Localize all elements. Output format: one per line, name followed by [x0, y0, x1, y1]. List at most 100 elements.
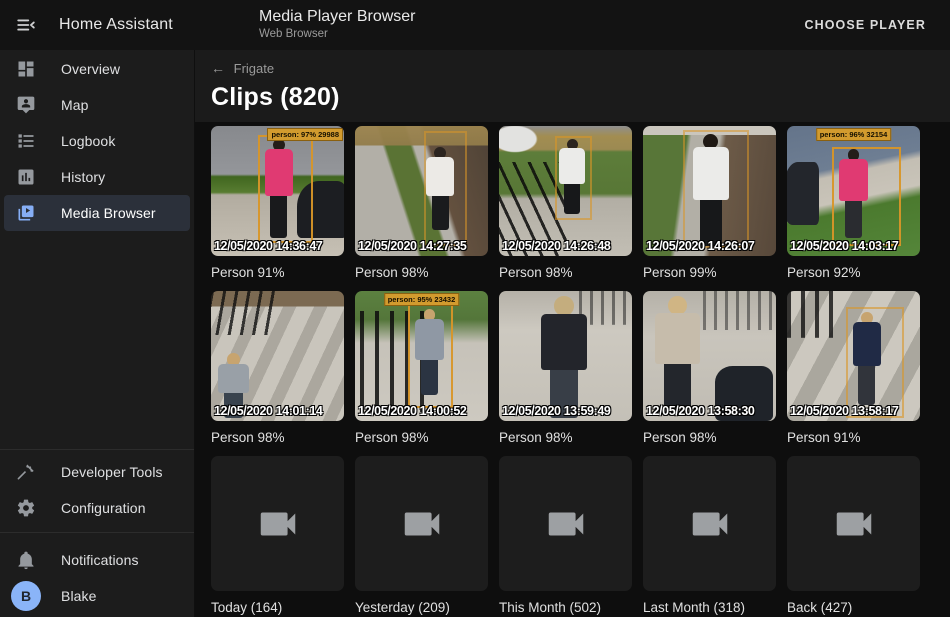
clip-caption: Person 98% — [355, 264, 488, 281]
sidebar-item-developer-tools[interactable]: Developer Tools — [4, 454, 190, 490]
sidebar-item-label: Overview — [61, 61, 120, 77]
content-header: ← Frigate Clips (820) — [195, 50, 950, 122]
folder-caption: Last Month (318) — [643, 599, 776, 616]
clip-caption: Person 98% — [355, 429, 488, 446]
detection-bbox — [408, 304, 453, 408]
sidebar-item-logbook[interactable]: Logbook — [4, 123, 190, 159]
detection-bbox — [846, 307, 905, 419]
sidebar-spacer — [0, 231, 194, 449]
folder-item[interactable]: This Month (502) — [499, 456, 632, 616]
sidebar-item-configuration[interactable]: Configuration — [4, 490, 190, 526]
hammer-icon — [16, 462, 36, 482]
clip-item[interactable]: 12/05/2020 13:58:30 Person 98% — [643, 291, 776, 446]
sidebar-toggle-icon[interactable] — [12, 11, 40, 39]
detection-label: person: 97% 29988 — [267, 128, 343, 141]
folder-caption: Yesterday (209) — [355, 599, 488, 616]
folder-caption: Back (427) — [787, 599, 920, 616]
sidebar-bottom: Notifications B Blake — [0, 532, 194, 617]
clip-item[interactable]: 12/05/2020 13:59:49 Person 98% — [499, 291, 632, 446]
folder-item[interactable]: Back (427) — [787, 456, 920, 616]
clip-item[interactable]: 12/05/2020 14:26:07Person 99% — [643, 126, 776, 281]
sidebar-item-label: Configuration — [61, 500, 146, 516]
clip-thumbnail: 12/05/2020 13:59:49 — [499, 291, 632, 421]
bell-icon — [16, 550, 36, 570]
gear-icon — [16, 498, 36, 518]
detection-bbox — [683, 130, 750, 248]
clip-timestamp: 12/05/2020 14:03:17 — [790, 239, 898, 253]
detection-bbox — [832, 147, 901, 246]
clip-caption: Person 92% — [787, 264, 920, 281]
sidebar-item-overview[interactable]: Overview — [4, 51, 190, 87]
page-head: Media Player Browser Web Browser — [259, 7, 416, 42]
clip-thumbnail: person: 97% 29988 12/05/2020 14:36:47 — [211, 126, 344, 256]
profile-name: Blake — [61, 588, 97, 604]
sidebar-item-profile[interactable]: B Blake — [4, 578, 190, 614]
notifications-label: Notifications — [61, 552, 139, 568]
history-icon — [16, 167, 36, 187]
clip-timestamp: 12/05/2020 13:58:17 — [790, 404, 898, 418]
clip-timestamp: 12/05/2020 14:00:52 — [358, 404, 466, 418]
folder-thumbnail — [355, 456, 488, 591]
sidebar-item-media-browser[interactable]: Media Browser — [4, 195, 190, 231]
media-browser-icon — [16, 203, 36, 223]
video-icon — [543, 501, 589, 547]
choose-player-button[interactable]: CHOOSE PLAYER — [796, 10, 934, 40]
clip-timestamp: 12/05/2020 13:59:49 — [502, 404, 610, 418]
clip-caption: Person 91% — [211, 264, 344, 281]
breadcrumb-label: Frigate — [234, 61, 274, 76]
sidebar-item-map[interactable]: Map — [4, 87, 190, 123]
video-icon — [399, 501, 445, 547]
folder-item[interactable]: Today (164) — [211, 456, 344, 616]
media-grid: person: 97% 29988 12/05/2020 14:36:47 Pers… — [211, 126, 934, 616]
logbook-icon — [16, 131, 36, 151]
video-icon — [255, 501, 301, 547]
person-legs — [664, 364, 691, 408]
person-figure — [648, 296, 707, 408]
clip-caption: Person 98% — [499, 429, 632, 446]
clip-item[interactable]: person: 97% 29988 12/05/2020 14:36:47 Pers… — [211, 126, 344, 281]
clip-thumbnail: 12/05/2020 14:26:48 — [499, 126, 632, 256]
folder-thumbnail — [787, 456, 920, 591]
detection-label: person: 95% 23432 — [384, 293, 460, 306]
clip-item[interactable]: person: 95% 23432 12/05/2020 14:00:52 Pers… — [355, 291, 488, 446]
sidebar-item-history[interactable]: History — [4, 159, 190, 195]
folder-thumbnail — [643, 456, 776, 591]
clip-item[interactable]: person: 96% 32154 12/05/2020 14:03:17 Pers… — [787, 126, 920, 281]
folder-item[interactable]: Yesterday (209) — [355, 456, 488, 616]
map-icon — [16, 95, 36, 115]
back-arrow-icon: ← — [211, 60, 225, 76]
clip-item[interactable]: 12/05/2020 14:27:35Person 98% — [355, 126, 488, 281]
detection-label: person: 96% 32154 — [816, 128, 892, 141]
person-figure — [534, 296, 595, 418]
video-icon — [687, 501, 733, 547]
clip-item[interactable]: 12/05/2020 13:58:17Person 91% — [787, 291, 920, 446]
clip-timestamp: 12/05/2020 14:36:47 — [214, 239, 322, 253]
sidebar-item-notifications[interactable]: Notifications — [4, 542, 190, 578]
person-head — [554, 296, 574, 316]
folder-item[interactable]: Last Month (318) — [643, 456, 776, 616]
sidebar-item-label: Developer Tools — [61, 464, 163, 480]
clip-timestamp: 12/05/2020 13:58:30 — [646, 404, 754, 418]
clip-thumbnail: 12/05/2020 14:01:14 — [211, 291, 344, 421]
breadcrumb-back[interactable]: ← Frigate — [211, 60, 934, 77]
page-subtitle: Web Browser — [259, 27, 416, 42]
video-icon — [831, 501, 877, 547]
clip-thumbnail: 12/05/2020 13:58:30 — [643, 291, 776, 421]
folder-caption: Today (164) — [211, 599, 344, 616]
detection-bbox — [258, 135, 314, 243]
person-torso — [655, 313, 699, 364]
sidebar-main-nav: Overview MapLogbook History Media Browser — [0, 50, 194, 231]
scene-prop — [787, 162, 819, 224]
clip-item[interactable]: 12/05/2020 14:26:48Person 98% — [499, 126, 632, 281]
clip-item[interactable]: 12/05/2020 14:01:14Person 98% — [211, 291, 344, 446]
avatar: B — [11, 581, 41, 611]
folder-thumbnail — [499, 456, 632, 591]
clip-thumbnail: person: 96% 32154 12/05/2020 14:03:17 — [787, 126, 920, 256]
sidebar: Overview MapLogbook History Media Browser D… — [0, 50, 195, 617]
person-torso — [218, 364, 248, 393]
clip-thumbnail: 12/05/2020 13:58:17 — [787, 291, 920, 421]
sidebar-item-label: History — [61, 169, 105, 185]
clip-caption: Person 98% — [643, 429, 776, 446]
app-header: Home Assistant Media Player Browser Web … — [0, 0, 950, 50]
clip-timestamp: 12/05/2020 14:26:48 — [502, 239, 610, 253]
